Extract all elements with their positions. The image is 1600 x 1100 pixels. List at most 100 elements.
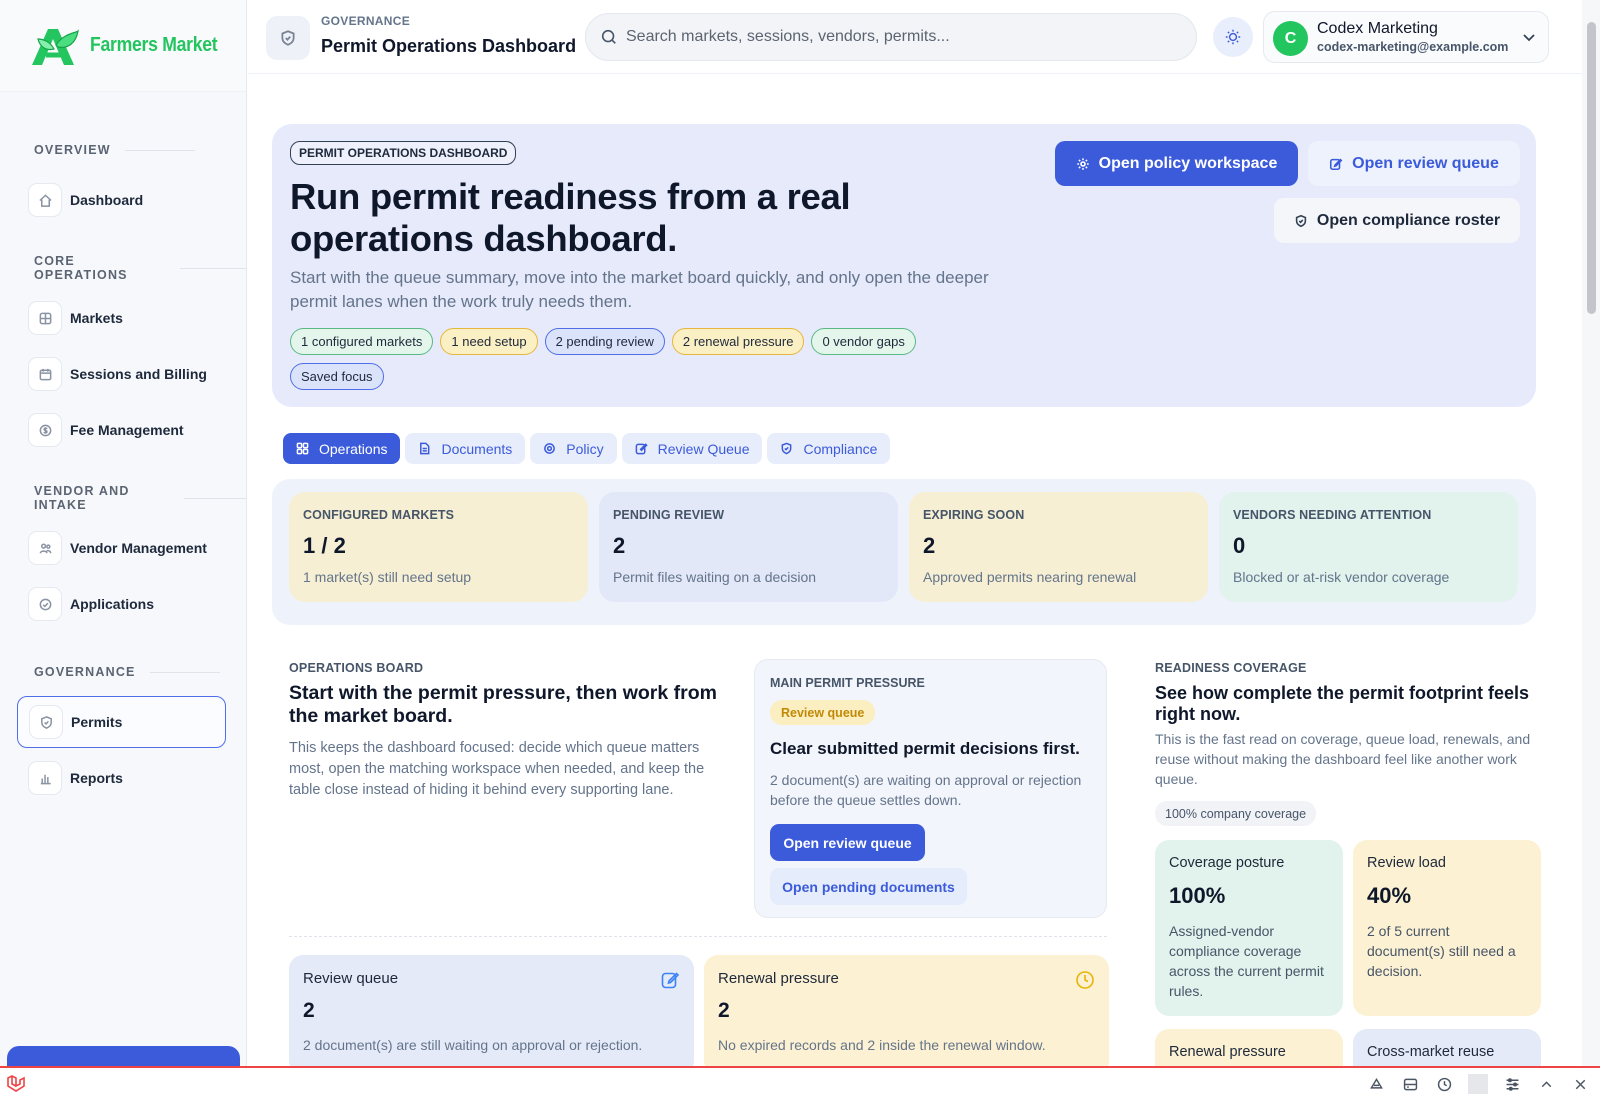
database-icon[interactable] [1400,1074,1420,1094]
vendor-icon[interactable] [1366,1074,1386,1094]
stat-desc: Blocked or at-risk vendor coverage [1233,569,1450,585]
sidebar-item-reports[interactable]: Reports [17,752,226,804]
stat-vendors-needing-attention: VENDORS NEEDING ATTENTION 0 Blocked or a… [1219,492,1518,602]
card-value: 100% [1169,883,1226,908]
button-label: Open compliance roster [1316,211,1501,229]
document-icon [420,442,430,455]
nav-section-governance: GOVERNANCE [0,652,246,692]
review-queue-card[interactable]: Review queue 2 2 document(s) are still w… [289,955,694,1066]
sidebar-item-label: Sessions and Billing [70,366,207,382]
card-desc: Assigned-vendor compliance coverage acro… [1169,923,1324,999]
user-menu[interactable]: C Codex Marketing codex-marketing@exampl… [1263,11,1549,63]
stat-label: CONFIGURED MARKETS [303,508,455,522]
readiness-kicker: READINESS COVERAGE [1155,661,1307,675]
dollar-icon [28,413,62,447]
card-value: 40% [1367,883,1412,908]
page-title: Permit Operations Dashboard [321,36,577,56]
chip-renewal-pressure[interactable]: 2 renewal pressure [671,328,805,355]
stat-expiring-soon: EXPIRING SOON 2 Approved permits nearing… [909,492,1208,602]
toolbar-icons [1366,1074,1590,1094]
sidebar-item-markets[interactable]: Markets [17,292,226,344]
clock-icon [1076,971,1094,989]
card-title: Coverage posture [1169,855,1285,871]
shield-check-icon [1295,214,1307,227]
sidebar-item-label: Permits [71,714,123,730]
button-label: Open policy workspace [1098,154,1278,172]
card-value: 2 [718,999,730,1022]
summary-chips: 1 configured markets 1 need setup 2 pend… [290,328,990,390]
chip-configured-markets[interactable]: 1 configured markets [290,328,434,355]
sidebar-item-sessions-and-billing[interactable]: Sessions and Billing [17,348,226,400]
sidebar-item-label: Applications [70,596,155,612]
open-review-queue-button[interactable]: Open review queue [1308,141,1520,186]
laravel-logo-icon[interactable] [6,1074,28,1094]
toolbar-divider [1468,1074,1488,1094]
clock-icon[interactable] [1434,1074,1454,1094]
main-permit-pressure-card: MAIN PERMIT PRESSURE Review queue Clear … [754,659,1107,918]
stat-value: 2 [613,533,626,558]
scroll-thumb[interactable] [1587,22,1596,314]
page-scrollbar[interactable] [1582,0,1600,1066]
renewal-pressure-readiness-card: Renewal pressure [1155,1029,1343,1066]
stats-strip: CONFIGURED MARKETS 1 / 2 1 market(s) sti… [272,479,1536,625]
tab-operations[interactable]: Operations [283,433,401,464]
card-title: Cross-market reuse [1367,1044,1495,1060]
tab-label: Operations [319,440,388,457]
user-email: codex-marketing@example.com [1317,40,1509,54]
card-title: Review load [1367,855,1446,871]
renewal-pressure-card[interactable]: Renewal pressure 2 No expired records an… [704,955,1109,1066]
tab-policy[interactable]: Policy [530,433,617,464]
brand[interactable]: Farmers Market [0,0,246,92]
stat-value: 2 [923,533,936,558]
settings-sliders-icon[interactable] [1502,1074,1522,1094]
chevron-up-icon[interactable] [1536,1074,1556,1094]
edit-icon [635,443,648,455]
sidebar-item-applications[interactable]: Applications [17,578,226,630]
sidebar-bottom-button[interactable] [7,1046,240,1066]
search-input[interactable] [626,28,1166,46]
stat-desc: Permit files waiting on a decision [613,569,817,585]
nav-section-vendor-and-intake: VENDOR AND INTAKE [0,478,246,518]
tab-label: Compliance [803,440,878,457]
search-icon [601,29,616,44]
operations-board-title: Start with the permit pressure, then wor… [289,682,717,727]
stat-value: 0 [1233,533,1246,558]
card-desc: No expired records and 2 inside the rene… [718,1037,1046,1053]
divider [289,936,1107,937]
sidebar-item-fee-management[interactable]: Fee Management [17,404,226,456]
chip-need-setup[interactable]: 1 need setup [440,328,538,355]
chip-vendor-gaps[interactable]: 0 vendor gaps [811,328,916,355]
brand-name: Farmers Market [90,34,218,56]
open-policy-workspace-button[interactable]: Open policy workspace [1055,141,1298,186]
grid-icon [28,301,62,335]
main-content: PERMIT OPERATIONS DASHBOARD Run permit r… [248,75,1582,1066]
theme-toggle-button[interactable] [1213,17,1253,57]
open-review-queue-button[interactable]: Open review queue [770,824,925,861]
sidebar-item-vendor-management[interactable]: Vendor Management [17,522,226,574]
header-kicker: GOVERNANCE [321,14,411,28]
sidebar-item-label: Fee Management [70,422,184,438]
open-pending-documents-button[interactable]: Open pending documents [770,868,967,905]
users-icon [28,531,62,565]
close-icon[interactable] [1570,1074,1590,1094]
chip-pending-review[interactable]: 2 pending review [544,328,665,355]
tab-documents[interactable]: Documents [405,433,526,464]
hero-title: Run permit readiness from a real operati… [290,176,851,259]
gear-icon [544,443,556,454]
tab-compliance[interactable]: Compliance [767,433,891,464]
stat-value: 1 / 2 [303,533,346,558]
search-bar[interactable] [585,13,1197,61]
sidebar-item-dashboard[interactable]: Dashboard [17,174,226,226]
card-desc: 2 of 5 current document(s) still need a … [1367,923,1516,979]
hero-panel: PERMIT OPERATIONS DASHBOARD Run permit r… [272,124,1536,407]
chevron-down-icon [1523,34,1535,42]
farmers-market-logo-icon [28,25,82,67]
shield-check-icon [782,442,792,455]
stat-desc: Approved permits nearing renewal [923,569,1137,585]
chip-saved-focus[interactable]: Saved focus [290,363,384,390]
shield-icon [29,705,63,739]
open-compliance-roster-button[interactable]: Open compliance roster [1274,198,1520,243]
sidebar-item-permits[interactable]: Permits [17,696,226,748]
tab-review-queue[interactable]: Review Queue [621,433,763,464]
status-badge: Review queue [770,700,876,725]
